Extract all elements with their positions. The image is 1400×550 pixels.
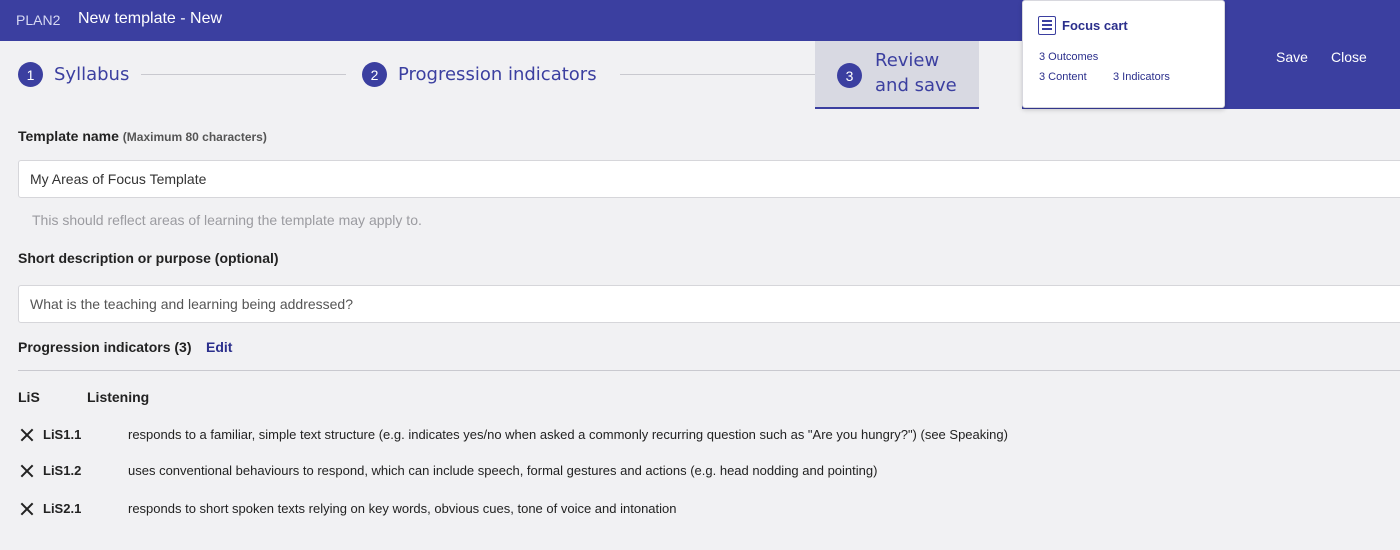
indicator-code: LiS1.2 bbox=[43, 463, 82, 478]
remove-icon[interactable] bbox=[18, 462, 36, 480]
step-label: Progression indicators bbox=[398, 64, 597, 85]
step-connector bbox=[620, 74, 815, 75]
description-label: Short description or purpose (optional) bbox=[18, 250, 279, 266]
step-label-line: Review bbox=[875, 50, 940, 71]
list-icon bbox=[1038, 16, 1056, 35]
template-name-label-text: Template name bbox=[18, 128, 119, 144]
template-name-hint: This should reflect areas of learning th… bbox=[32, 212, 422, 228]
template-name-value: My Areas of Focus Template bbox=[30, 171, 207, 187]
step-number: 1 bbox=[18, 62, 43, 87]
remove-icon[interactable] bbox=[18, 500, 36, 518]
remove-icon[interactable] bbox=[18, 426, 36, 444]
step-syllabus[interactable]: 1 Syllabus bbox=[18, 62, 129, 87]
indicator-description: responds to a familiar, simple text stru… bbox=[128, 427, 1008, 442]
step-connector bbox=[141, 74, 346, 75]
template-name-limit-note: (Maximum 80 characters) bbox=[122, 130, 267, 144]
edit-link[interactable]: Edit bbox=[206, 339, 232, 355]
description-input[interactable]: What is the teaching and learning being … bbox=[18, 285, 1400, 323]
focus-cart-content[interactable]: 3 Content bbox=[1039, 71, 1087, 83]
indicator-description: uses conventional behaviours to respond,… bbox=[128, 463, 878, 478]
step-progression-indicators[interactable]: 2 Progression indicators bbox=[362, 62, 597, 87]
save-button[interactable]: Save bbox=[1276, 49, 1308, 65]
template-name-label: Template name (Maximum 80 characters) bbox=[18, 128, 267, 144]
group-name: Listening bbox=[87, 389, 150, 405]
focus-cart-panel[interactable]: Focus cart 3 Outcomes 3 Content 3 Indica… bbox=[1022, 0, 1225, 108]
step-number: 2 bbox=[362, 62, 387, 87]
focus-cart-title: Focus cart bbox=[1062, 18, 1128, 33]
step-label: Review and save bbox=[875, 48, 957, 98]
step-number: 3 bbox=[837, 63, 862, 88]
progression-indicators-heading: Progression indicators (3) bbox=[18, 339, 192, 355]
app-name: PLAN2 bbox=[16, 12, 61, 28]
group-code: LiS bbox=[18, 389, 40, 405]
step-label-line: and save bbox=[875, 75, 957, 96]
focus-cart-indicators[interactable]: 3 Indicators bbox=[1113, 71, 1170, 83]
step-label: Syllabus bbox=[54, 64, 130, 85]
page-title: New template - New bbox=[78, 10, 223, 27]
divider bbox=[18, 370, 1400, 371]
step-review-and-save[interactable]: 3 Review and save bbox=[815, 41, 979, 109]
template-name-input[interactable]: My Areas of Focus Template bbox=[18, 160, 1400, 198]
indicator-code: LiS2.1 bbox=[43, 501, 82, 516]
indicator-code: LiS1.1 bbox=[43, 427, 82, 442]
description-placeholder: What is the teaching and learning being … bbox=[30, 296, 353, 312]
close-button[interactable]: Close bbox=[1331, 49, 1367, 65]
indicator-description: responds to short spoken texts relying o… bbox=[128, 501, 677, 516]
focus-cart-outcomes[interactable]: 3 Outcomes bbox=[1039, 51, 1098, 63]
